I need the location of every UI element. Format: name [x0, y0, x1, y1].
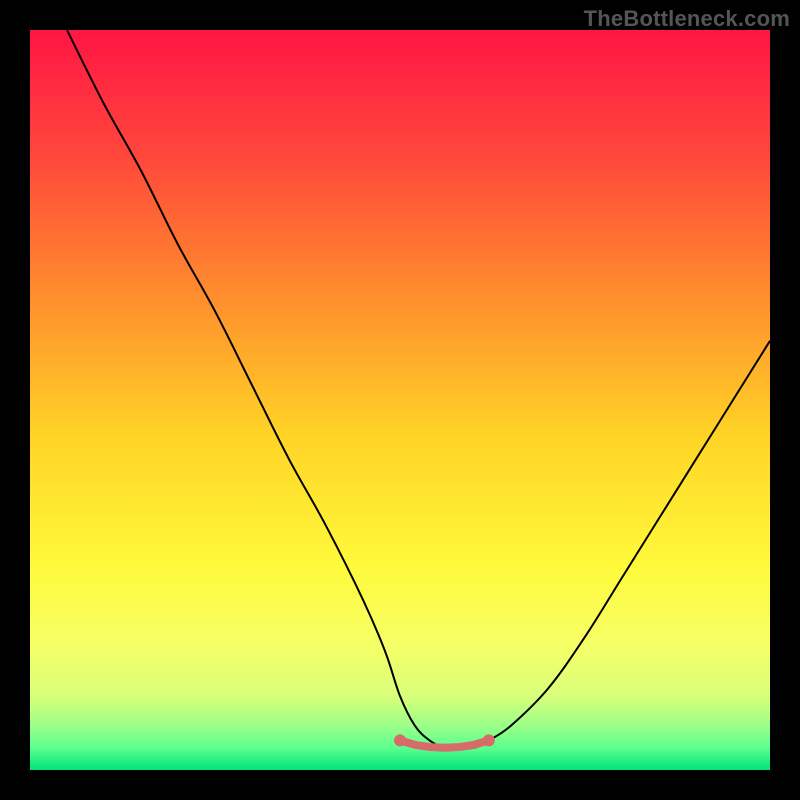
watermark-text: TheBottleneck.com: [584, 6, 790, 32]
chart-stage: TheBottleneck.com: [0, 0, 800, 800]
flat-zone-end-dot: [483, 734, 495, 746]
bottleneck-plot: [30, 30, 770, 770]
flat-zone-end-dot: [394, 734, 406, 746]
gradient-background: [30, 30, 770, 770]
